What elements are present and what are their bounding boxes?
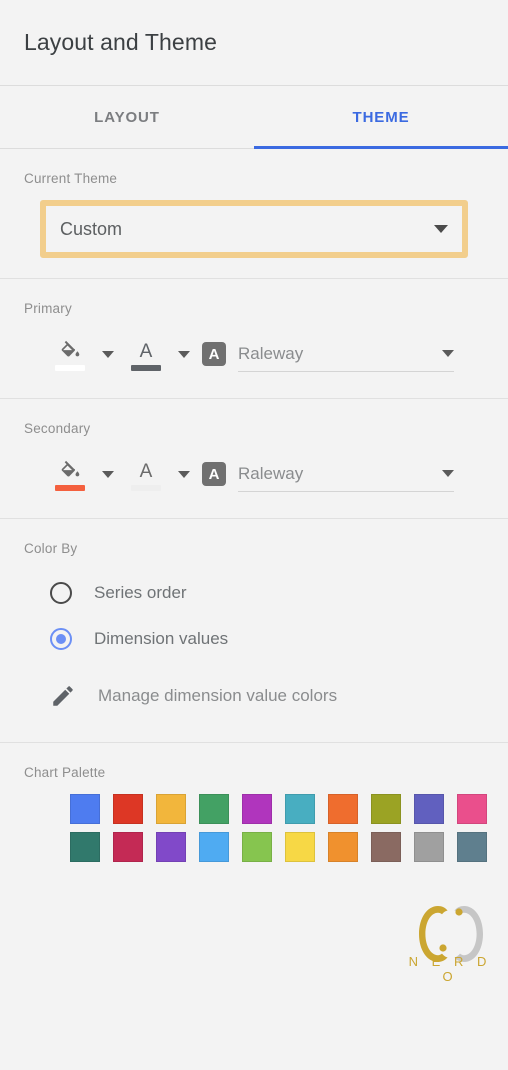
radio-dimension-values-label: Dimension values <box>94 629 229 648</box>
svg-text:A: A <box>140 341 153 362</box>
paint-bucket-icon <box>61 460 80 476</box>
nerdo-logo-icon <box>419 906 483 962</box>
palette-swatch[interactable] <box>70 794 100 824</box>
layout-and-theme-panel: Layout and Theme LAYOUT THEME Current Th… <box>0 0 508 1070</box>
palette-swatch[interactable] <box>285 832 315 862</box>
secondary-font-select[interactable]: Raleway <box>238 457 454 492</box>
chevron-down-icon <box>178 470 190 478</box>
palette-swatch[interactable] <box>156 794 186 824</box>
palette-swatch[interactable] <box>113 832 143 862</box>
primary-text-swatch <box>131 364 161 371</box>
chart-palette-swatches <box>24 794 487 862</box>
tab-theme[interactable]: THEME <box>254 86 508 149</box>
tab-layout-label: LAYOUT <box>94 108 160 126</box>
primary-controls: A A Raleway <box>24 330 484 378</box>
palette-swatch[interactable] <box>457 794 487 824</box>
palette-swatch[interactable] <box>285 794 315 824</box>
secondary-font-icon[interactable]: A <box>202 462 226 486</box>
page-title: Layout and Theme <box>24 29 217 55</box>
chevron-down-icon <box>434 225 448 233</box>
panel-header: Layout and Theme <box>0 0 508 86</box>
radio-series-order-label: Series order <box>94 583 187 602</box>
radio-dimension-values[interactable]: Dimension values <box>24 616 484 662</box>
color-by-label: Color By <box>24 541 78 556</box>
manage-dimension-value-colors-label: Manage dimension value colors <box>98 686 338 705</box>
secondary-text-swatch <box>131 484 161 491</box>
palette-swatch[interactable] <box>457 832 487 862</box>
palette-swatch[interactable] <box>156 832 186 862</box>
tab-theme-label: THEME <box>352 108 410 126</box>
palette-swatch[interactable] <box>414 794 444 824</box>
chevron-down-icon <box>102 470 114 478</box>
chevron-down-icon <box>442 350 454 357</box>
palette-swatch[interactable] <box>113 794 143 824</box>
secondary-fill-dropdown[interactable] <box>90 454 126 494</box>
text-color-icon: A <box>140 341 153 362</box>
secondary-text-color-button[interactable]: A <box>126 458 166 491</box>
nerdo-watermark-text: N E R D O <box>408 954 492 984</box>
manage-dimension-value-colors-button[interactable]: Manage dimension value colors <box>24 670 484 722</box>
secondary-label: Secondary <box>24 421 91 436</box>
radio-button-selected-icon <box>50 628 72 650</box>
primary-fill-color-button[interactable] <box>50 338 90 371</box>
svg-text:A: A <box>140 461 153 482</box>
primary-fill-swatch <box>55 364 85 371</box>
primary-label: Primary <box>24 301 72 316</box>
primary-text-dropdown[interactable] <box>166 334 202 374</box>
color-by-section: Color By Series order Dimension values M… <box>0 519 508 743</box>
tab-bar: LAYOUT THEME <box>0 86 508 149</box>
primary-fill-dropdown[interactable] <box>90 334 126 374</box>
palette-swatch[interactable] <box>199 794 229 824</box>
current-theme-label: Current Theme <box>24 171 118 186</box>
primary-font-select[interactable]: Raleway <box>238 337 454 372</box>
palette-swatch[interactable] <box>414 832 444 862</box>
secondary-font-name: Raleway <box>238 463 304 483</box>
secondary-section: Secondary A A Raleway <box>0 399 508 519</box>
chevron-down-icon <box>178 350 190 358</box>
tab-layout[interactable]: LAYOUT <box>0 86 254 148</box>
secondary-controls: A A Raleway <box>24 450 484 498</box>
primary-font-name: Raleway <box>238 343 304 363</box>
secondary-fill-color-button[interactable] <box>50 458 90 491</box>
chart-palette-section: Chart Palette <box>0 743 508 882</box>
pencil-icon <box>53 686 73 706</box>
primary-section: Primary A A Raleway <box>0 279 508 399</box>
current-theme-highlight: Custom <box>40 200 468 258</box>
secondary-fill-swatch <box>55 484 85 491</box>
text-color-icon: A <box>140 461 153 482</box>
palette-swatch[interactable] <box>70 832 100 862</box>
current-theme-value: Custom <box>60 218 123 239</box>
chevron-down-icon <box>442 470 454 477</box>
palette-swatch[interactable] <box>242 832 272 862</box>
current-theme-section: Current Theme Custom <box>0 149 508 279</box>
current-theme-select[interactable]: Custom <box>46 206 462 252</box>
primary-font-icon[interactable]: A <box>202 342 226 366</box>
palette-swatch[interactable] <box>328 832 358 862</box>
palette-swatch[interactable] <box>328 794 358 824</box>
secondary-text-dropdown[interactable] <box>166 454 202 494</box>
radio-button-icon <box>50 582 72 604</box>
paint-bucket-icon <box>61 340 80 356</box>
palette-swatch[interactable] <box>371 832 401 862</box>
palette-swatch[interactable] <box>199 832 229 862</box>
chevron-down-icon <box>102 350 114 358</box>
radio-series-order[interactable]: Series order <box>24 570 484 616</box>
primary-text-color-button[interactable]: A <box>126 338 166 371</box>
palette-swatch[interactable] <box>371 794 401 824</box>
nerdo-watermark: N E R D O <box>398 898 502 990</box>
palette-swatch[interactable] <box>242 794 272 824</box>
chart-palette-label: Chart Palette <box>24 765 106 780</box>
